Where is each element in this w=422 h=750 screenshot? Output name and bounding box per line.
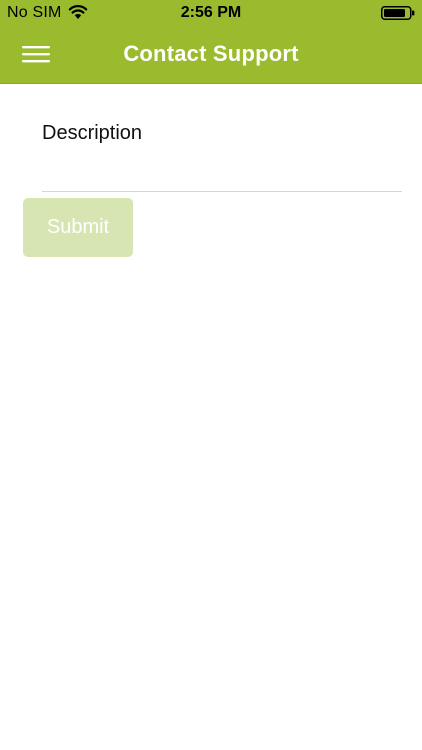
battery-icon — [381, 6, 415, 20]
description-underline — [42, 191, 402, 192]
status-bar: No SIM 2:56 PM — [0, 0, 422, 26]
description-label: Description — [42, 122, 143, 144]
description-field: Description — [42, 112, 402, 192]
page-title: Contact Support — [123, 41, 299, 66]
status-time: 2:56 PM — [180, 4, 242, 21]
submit-button[interactable]: Submit — [23, 198, 133, 257]
navigation-bar: Contact Support — [0, 26, 422, 83]
top-bar: No SIM 2:56 PM Contact Support — [0, 0, 422, 84]
contact-support-screen: No SIM 2:56 PM Contact Support Descripti… — [0, 0, 422, 750]
description-input[interactable] — [42, 152, 402, 190]
